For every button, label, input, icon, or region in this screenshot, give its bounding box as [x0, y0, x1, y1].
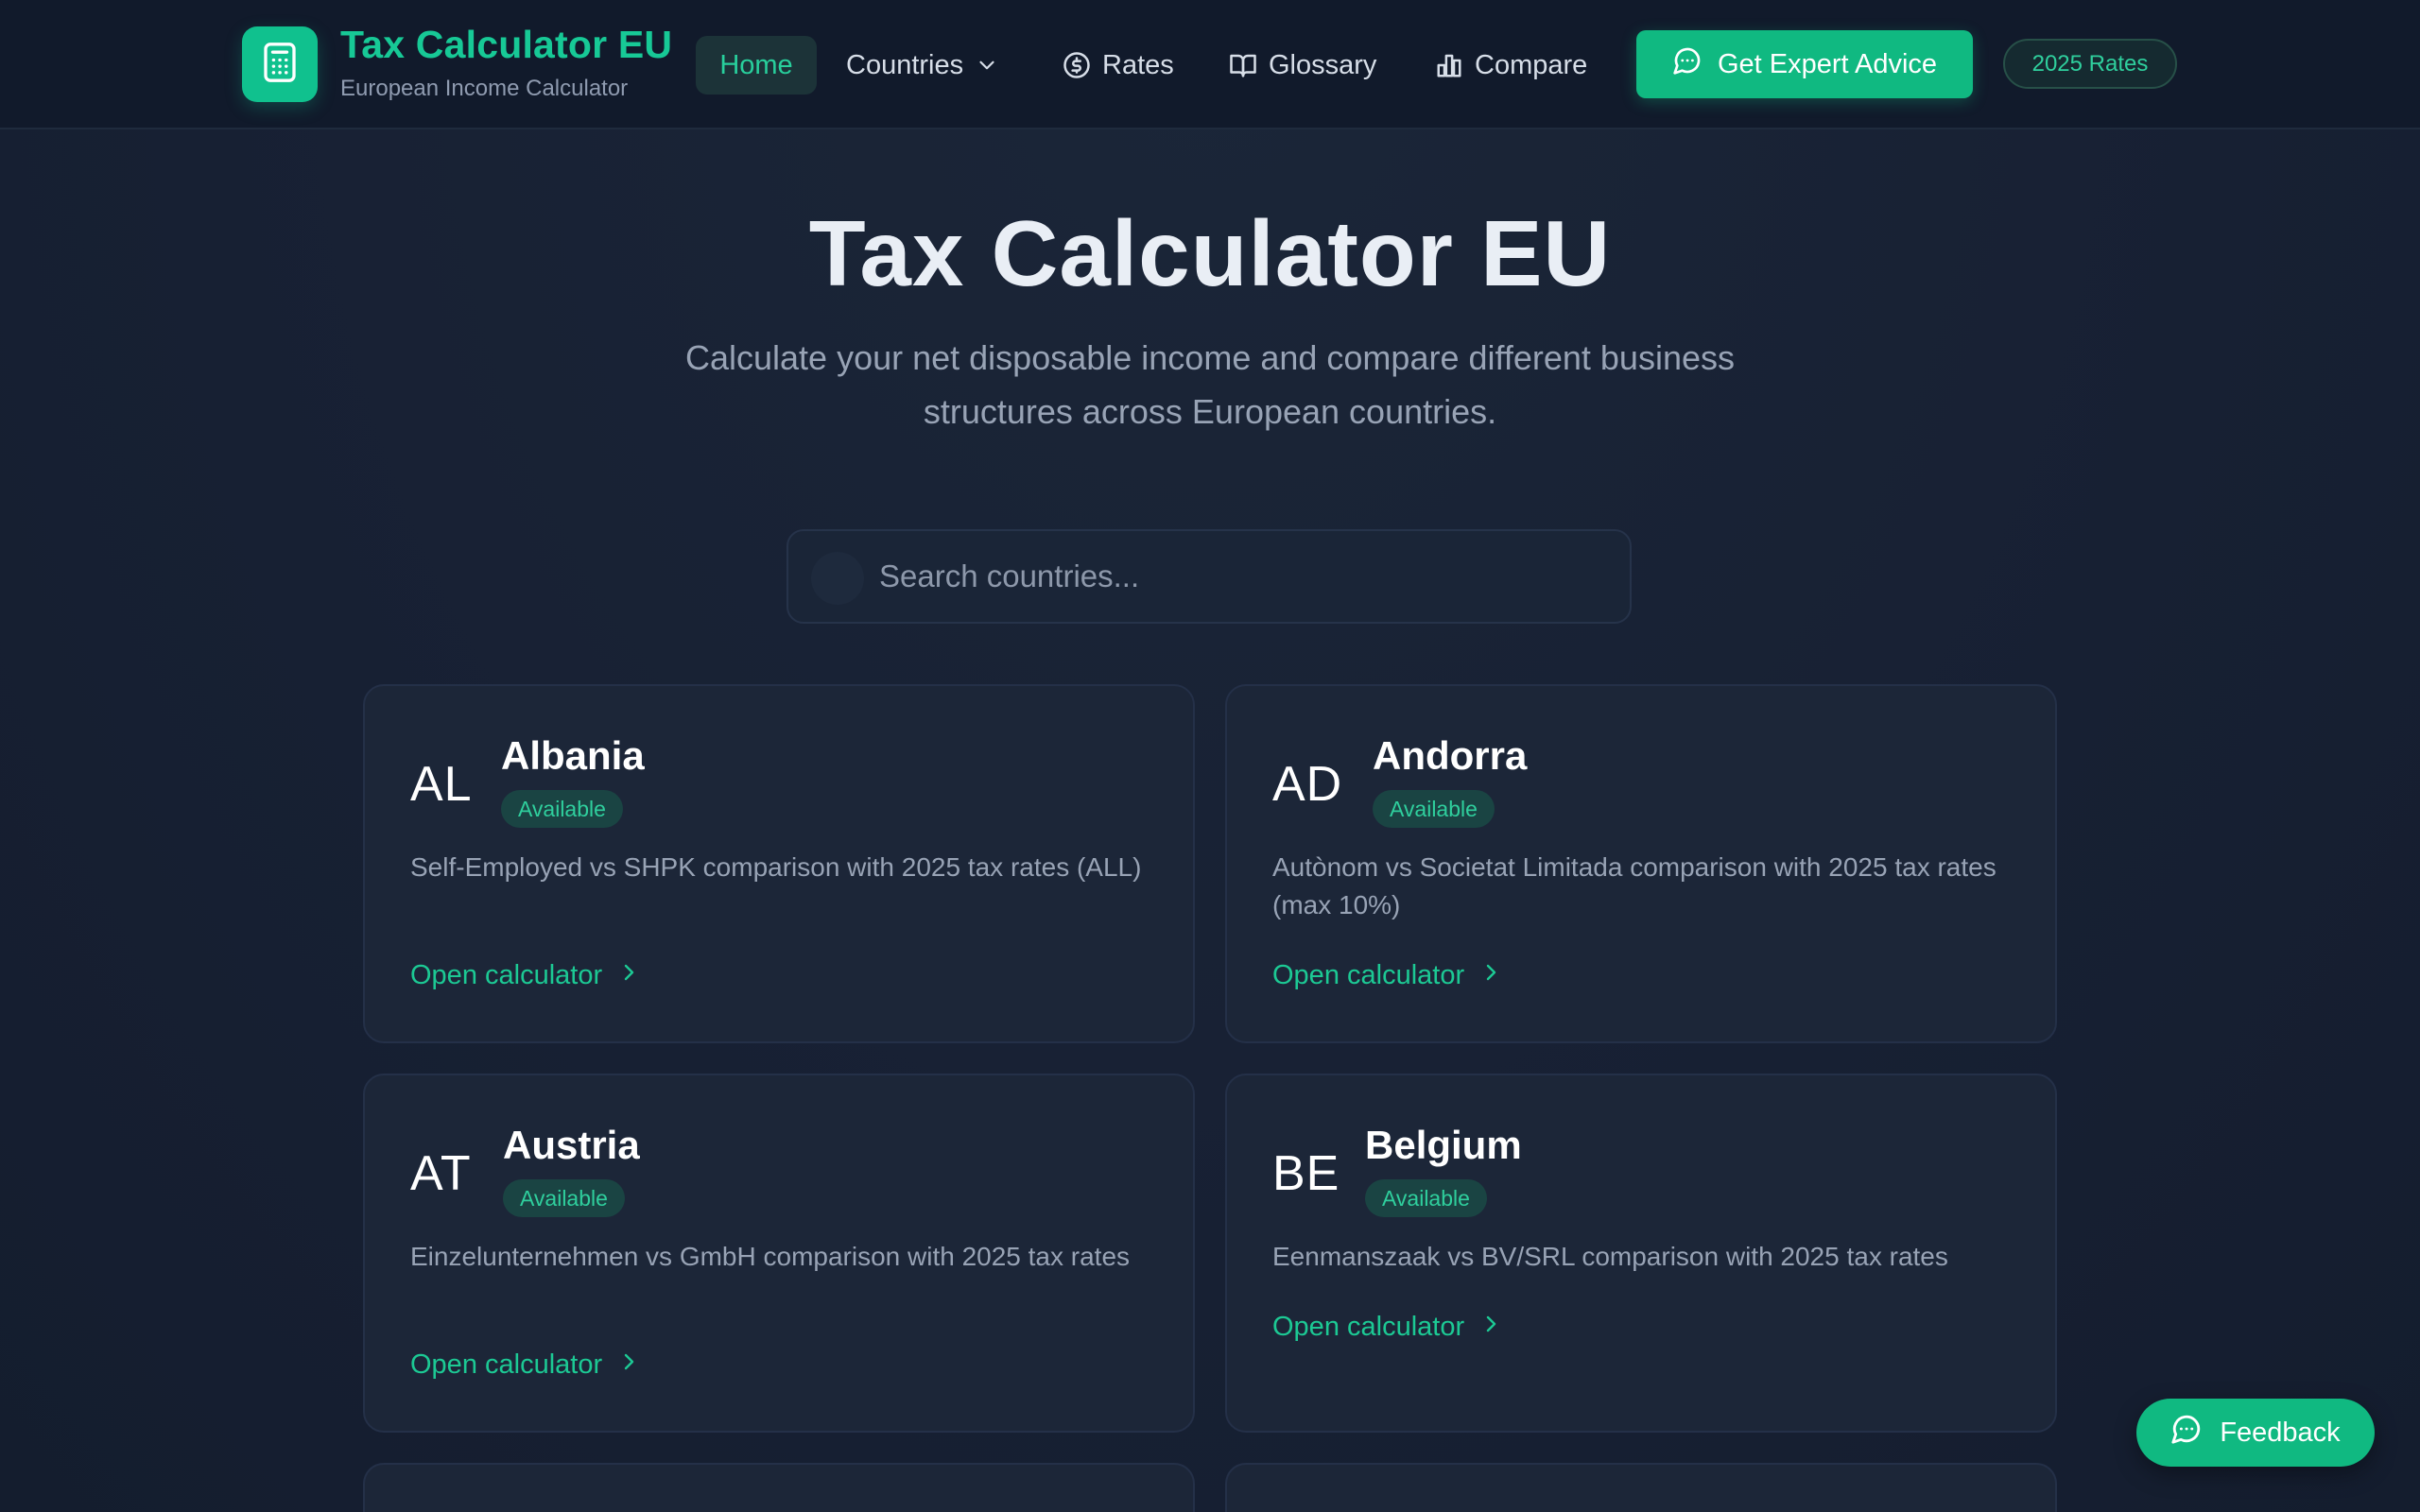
status-badge: Available [503, 1179, 625, 1217]
country-card-andorra[interactable]: AD Andorra Available Autònom vs Societat… [1225, 684, 2057, 1043]
feedback-label: Feedback [2220, 1417, 2341, 1448]
open-calculator-link[interactable]: Open calculator [410, 1349, 640, 1381]
get-expert-advice-button[interactable]: Get Expert Advice [1636, 30, 1973, 98]
country-code: AL [410, 757, 473, 812]
country-card-belgium[interactable]: BE Belgium Available Eenmanszaak vs BV/S… [1225, 1074, 2057, 1433]
country-code: BE [1272, 1146, 1340, 1201]
bar-chart-icon [1435, 51, 1463, 79]
top-navbar: Tax Calculator EU European Income Calcul… [0, 0, 2420, 129]
page-title: Tax Calculator EU [808, 201, 1612, 305]
country-code: AT [410, 1146, 472, 1201]
country-name: Albania [501, 733, 645, 778]
status-badge: Available [1365, 1179, 1487, 1217]
nav-glossary-label: Glossary [1269, 49, 1377, 80]
nav-glossary[interactable]: Glossary [1229, 36, 1376, 94]
country-name: Andorra [1373, 733, 1528, 778]
brand-logo[interactable] [242, 26, 318, 102]
chevron-right-icon [617, 1349, 640, 1381]
country-card-austria[interactable]: AT Austria Available Einzelunternehmen v… [363, 1074, 1195, 1433]
chevron-down-icon [975, 53, 999, 77]
country-description: Self-Employed vs SHPK comparison with 20… [410, 852, 1142, 882]
nav-countries-label: Countries [846, 49, 964, 80]
nav-rates[interactable]: Rates [1063, 36, 1174, 94]
open-calculator-link[interactable]: Open calculator [1272, 1312, 1502, 1343]
nav-home[interactable]: Home [696, 36, 817, 94]
feedback-button[interactable]: Feedback [2136, 1399, 2375, 1467]
chevron-right-icon [1479, 1312, 1502, 1343]
nav-compare-label: Compare [1475, 49, 1588, 80]
brand-title[interactable]: Tax Calculator EU [340, 23, 672, 67]
open-calculator-link[interactable]: Open calculator [1272, 960, 1502, 991]
country-card-albania[interactable]: AL Albania Available Self-Employed vs SH… [363, 684, 1195, 1043]
country-search-box [786, 529, 1632, 624]
page-subtitle: Calculate your net disposable income and… [685, 338, 1735, 431]
open-calculator-label: Open calculator [410, 1349, 603, 1380]
country-name: Belgium [1365, 1123, 1522, 1167]
search-icon [811, 552, 864, 605]
open-calculator-link[interactable]: Open calculator [410, 960, 640, 991]
country-description: Eenmanszaak vs BV/SRL comparison with 20… [1272, 1242, 1948, 1271]
nav-rates-label: Rates [1102, 49, 1174, 80]
book-icon [1229, 51, 1257, 79]
chat-bubble-icon [1672, 45, 1703, 83]
country-code: AD [1272, 757, 1343, 812]
country-description: Autònom vs Societat Limitada comparison … [1272, 852, 1996, 919]
dollar-circle-icon [1063, 51, 1091, 79]
country-card-partial[interactable] [363, 1463, 1195, 1512]
open-calculator-label: Open calculator [1272, 1312, 1465, 1342]
open-calculator-label: Open calculator [410, 960, 603, 990]
brand-subtitle: European Income Calculator [340, 76, 629, 101]
chevron-right-icon [617, 960, 640, 991]
country-name: Austria [503, 1123, 640, 1167]
nav-compare[interactable]: Compare [1435, 36, 1587, 94]
country-card-partial[interactable] [1225, 1463, 2057, 1512]
nav-countries-dropdown[interactable]: Countries [846, 36, 999, 94]
chat-bubble-icon [2170, 1413, 2203, 1452]
nav-home-label: Home [719, 49, 793, 80]
get-expert-advice-label: Get Expert Advice [1717, 48, 1938, 79]
search-input[interactable] [879, 531, 1607, 622]
status-badge: Available [1373, 790, 1495, 828]
status-badge: Available [501, 790, 623, 828]
open-calculator-label: Open calculator [1272, 960, 1465, 990]
chevron-right-icon [1479, 960, 1502, 991]
calculator-icon [261, 42, 299, 88]
rates-year-badge: 2025 Rates [2003, 39, 2177, 89]
country-description: Einzelunternehmen vs GmbH comparison wit… [410, 1242, 1131, 1271]
